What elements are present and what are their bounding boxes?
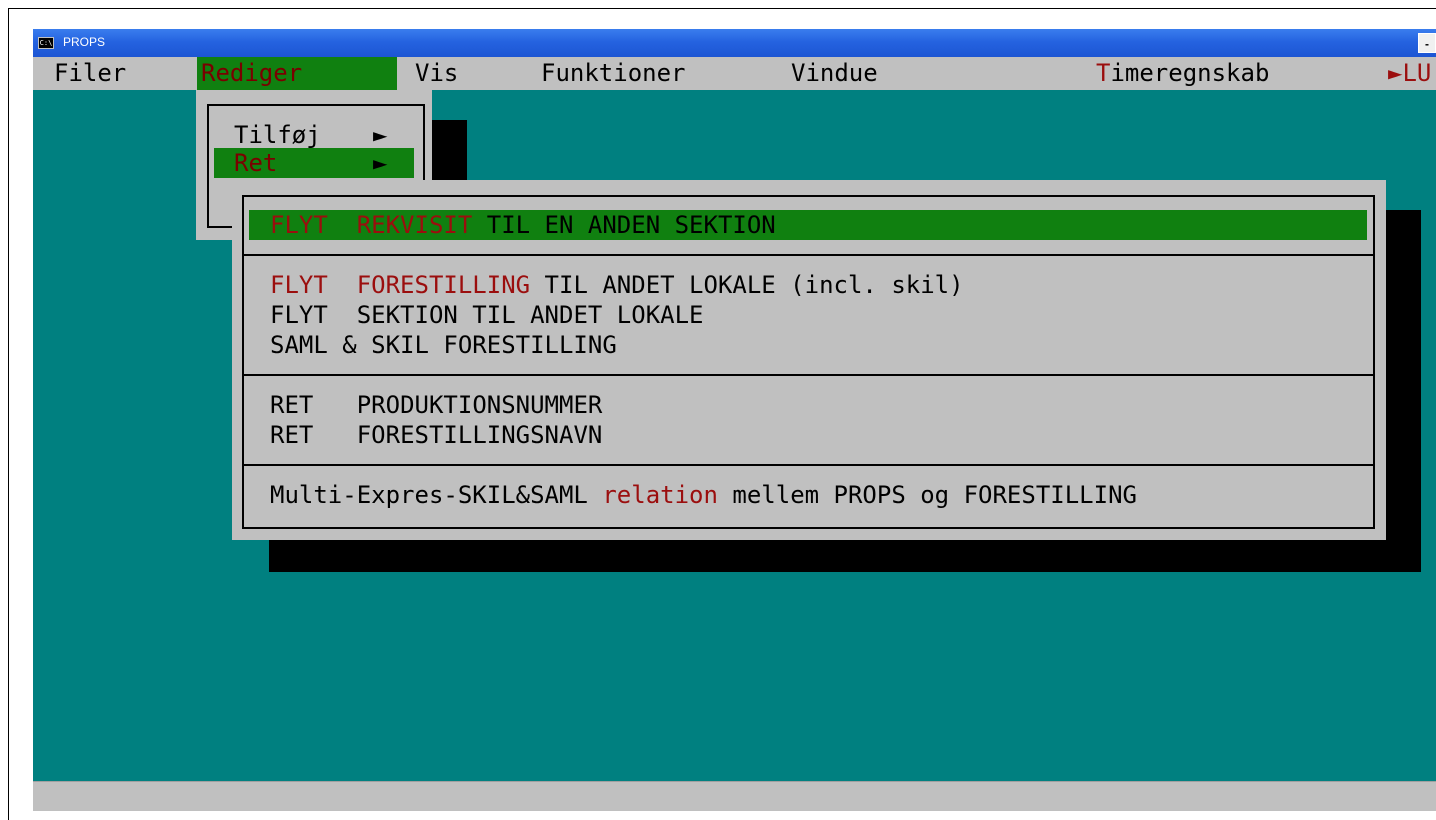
menu-vindue[interactable]: Vindue: [791, 57, 878, 90]
submenu-item-flyt-forestilling[interactable]: FLYT FORESTILLING TIL ANDET LOKALE (incl…: [270, 270, 964, 300]
flyt-forestilling-rest: TIL ANDET LOKALE (incl. skil): [544, 271, 964, 299]
menu-funktioner[interactable]: Funktioner: [541, 57, 686, 90]
console-app-icon[interactable]: C:\: [38, 37, 54, 49]
divider: [242, 374, 1375, 376]
menu-rediger[interactable]: Rediger: [197, 57, 397, 90]
menu-overflow[interactable]: ►LU: [1388, 57, 1431, 90]
multi-expres-label: Multi-Expres-SKIL&SAML: [270, 481, 588, 509]
submenu-item-ret-forestillingsnavn[interactable]: RET FORESTILLINGSNAVN: [270, 420, 602, 450]
ret-submenu: FLYT REKVISIT TIL EN ANDEN SEKTION FLYT …: [232, 180, 1386, 540]
menu-vis[interactable]: Vis: [415, 57, 458, 90]
rediger-menu-shadow: [432, 120, 467, 180]
ret-word: RET: [270, 391, 314, 419]
flyt-rekvisit-rest: TIL EN ANDEN SEKTION: [486, 211, 776, 239]
menu-item-tilfoej[interactable]: Tilføj: [234, 120, 321, 150]
flyt-word: FLYT: [270, 301, 328, 329]
ret-arrow-icon: ►: [373, 149, 388, 177]
window-title: PROPS: [63, 35, 106, 49]
tilfoej-arrow-icon: ►: [373, 121, 388, 149]
flyt-word: FLYT: [270, 271, 328, 299]
console-window: C:\ PROPS - Filer Rediger Vis Funktioner…: [33, 29, 1436, 820]
status-bar: [33, 781, 1436, 811]
flyt-word: FLYT: [270, 211, 328, 239]
saml-skil-label: SAML & SKIL FORESTILLING: [270, 331, 617, 359]
submenu-item-flyt-rekvisit[interactable]: FLYT REKVISIT TIL EN ANDEN SEKTION: [270, 210, 776, 240]
ret-word: RET: [270, 421, 314, 449]
menu-item-ret-label: Ret: [234, 149, 278, 177]
overflow-label: LU: [1402, 59, 1432, 87]
menu-filer[interactable]: Filer: [54, 57, 126, 90]
minimize-button[interactable]: -: [1418, 33, 1436, 53]
menu-bar: Filer Rediger Vis Funktioner Vindue Time…: [33, 57, 1436, 90]
timeregnskab-hotkey: T: [1096, 59, 1111, 87]
flyt-sektion-rest: SEKTION TIL ANDET LOKALE: [356, 301, 704, 329]
divider: [242, 464, 1375, 466]
rekvisit-word: REKVISIT: [356, 211, 473, 239]
divider: [242, 254, 1375, 256]
produktionsnummer-label: PRODUKTIONSNUMMER: [356, 391, 603, 419]
submenu-item-flyt-sektion[interactable]: FLYT SEKTION TIL ANDET LOKALE: [270, 300, 703, 330]
forestilling-word: FORESTILLING: [356, 271, 531, 299]
submenu-item-ret-produktionsnummer[interactable]: RET PRODUKTIONSNUMMER: [270, 390, 602, 420]
ret-submenu-border: [242, 195, 1375, 529]
forestillingsnavn-label: FORESTILLINGSNAVN: [356, 421, 603, 449]
multi-expres-rest: mellem PROPS og FORESTILLING: [732, 481, 1137, 509]
relation-word: relation: [602, 481, 718, 509]
desktop-area: Tilføj ► Ret ► FLYT REKVISIT TIL EN ANDE…: [33, 90, 1436, 781]
menu-item-ret[interactable]: Ret: [234, 148, 277, 178]
menu-timeregnskab[interactable]: Timeregnskab: [1096, 57, 1269, 90]
title-bar[interactable]: C:\ PROPS -: [33, 29, 1436, 57]
menu-item-tilfoej-label: Tilføj: [234, 121, 321, 149]
timeregnskab-label: imeregnskab: [1110, 59, 1270, 87]
submenu-item-multi-expres[interactable]: Multi-Expres-SKIL&SAML relation mellem P…: [270, 480, 1137, 510]
overflow-arrow-icon: ►: [1388, 59, 1403, 87]
submenu-item-saml-skil[interactable]: SAML & SKIL FORESTILLING: [270, 330, 617, 360]
